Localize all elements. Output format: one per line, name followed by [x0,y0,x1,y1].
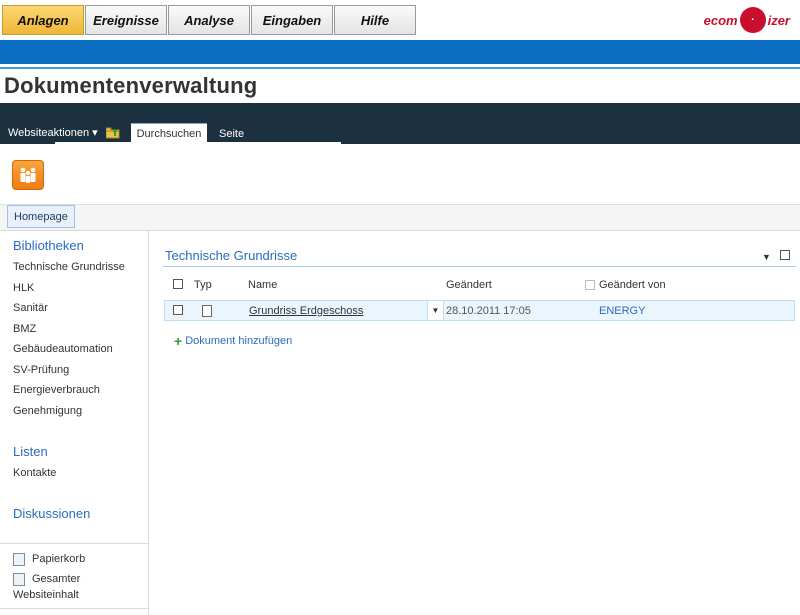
nav-divider [0,543,148,544]
logo-circle: · [739,7,766,33]
nav-head-diskussionen[interactable]: Diskussionen [13,506,90,521]
ecomizer-logo: ecom · izer [704,6,790,34]
nav-item-websiteinhalt[interactable]: Websiteinhalt [13,589,79,601]
logo-suffix: izer [767,12,790,28]
column-header-geaendert-von[interactable]: Geändert von [599,279,666,291]
breadcrumb-bar [0,204,800,231]
breadcrumb-homepage[interactable]: Homepage [7,205,75,228]
nav-item-papierkorb[interactable]: Papierkorb [32,553,85,565]
modified-by-link[interactable]: ENERGY [599,305,645,317]
document-link[interactable]: Grundriss Erdgeschoss [249,305,363,317]
nav-item-kontakte[interactable]: Kontakte [13,467,56,479]
people-icon [20,167,36,183]
header-bar [0,40,800,64]
nav-item-sanitaer[interactable]: Sanitär [13,302,48,314]
nav-tab-analyse[interactable]: Analyse [168,5,250,35]
add-document-link[interactable]: + Dokument hinzufügen [174,333,292,349]
webpart-select-checkbox[interactable] [780,250,790,260]
nav-head-listen[interactable]: Listen [13,444,48,459]
document-icon [202,305,212,317]
column-checkbox [585,280,595,290]
ribbon-underline [55,142,341,144]
tab-durchsuchen[interactable]: Durchsuchen [131,123,207,144]
nav-item-hlk[interactable]: HLK [13,282,34,294]
header-divider [0,67,800,69]
nav-item-energieverbrauch[interactable]: Energieverbrauch [13,384,100,396]
nav-item-genehmigung[interactable]: Genehmigung [13,405,82,417]
column-header-name[interactable]: Name [248,279,277,291]
site-icon [12,160,44,190]
nav-item-gesamter[interactable]: Gesamter [32,573,80,585]
modified-date: 28.10.2011 17:05 [446,305,531,317]
nav-tab-anlagen[interactable]: Anlagen [2,5,84,35]
nav-item-bmz[interactable]: BMZ [13,323,36,335]
webpart-title[interactable]: Technische Grundrisse [165,248,297,263]
nav-head-bibliotheken[interactable]: Bibliotheken [13,238,84,253]
all-content-icon [13,573,25,586]
top-navigation: Anlagen Ereignisse Analyse Eingaben Hilf… [2,5,417,37]
webpart-menu-icon[interactable]: ▼ [762,252,771,262]
page-title: Dokumentenverwaltung [4,73,258,98]
ribbon-bar: Websiteaktionen ▾ Durchsuchen Seite [0,103,800,144]
tab-seite[interactable]: Seite [210,124,253,144]
logo-text: ecom [703,12,738,28]
recycle-bin-icon [13,553,25,566]
column-header-geaendert[interactable]: Geändert [446,279,492,291]
add-document-label[interactable]: Dokument hinzufügen [185,335,292,347]
nav-item-sv-pruefung[interactable]: SV-Prüfung [13,364,69,376]
folder-up-icon[interactable] [106,127,120,139]
left-navigation: Bibliotheken Technische Grundrisse HLK S… [0,230,149,615]
site-actions-menu[interactable]: Websiteaktionen ▾ [8,126,98,139]
nav-tab-eingaben[interactable]: Eingaben [251,5,333,35]
column-header-typ[interactable]: Typ [194,279,212,291]
item-menu-dropdown-icon[interactable]: ▼ [427,301,444,320]
nav-item-technische-grundrisse[interactable]: Technische Grundrisse [13,261,125,273]
plus-icon: + [174,333,183,349]
nav-tab-hilfe[interactable]: Hilfe [334,5,416,35]
nav-tab-ereignisse[interactable]: Ereignisse [85,5,167,35]
nav-item-gebaeudeautomation[interactable]: Gebäudeautomation [13,343,113,355]
webpart-title-underline [163,266,796,267]
select-all-checkbox[interactable] [173,279,183,289]
nav-bottom-divider [0,608,148,609]
row-checkbox[interactable] [173,305,183,315]
